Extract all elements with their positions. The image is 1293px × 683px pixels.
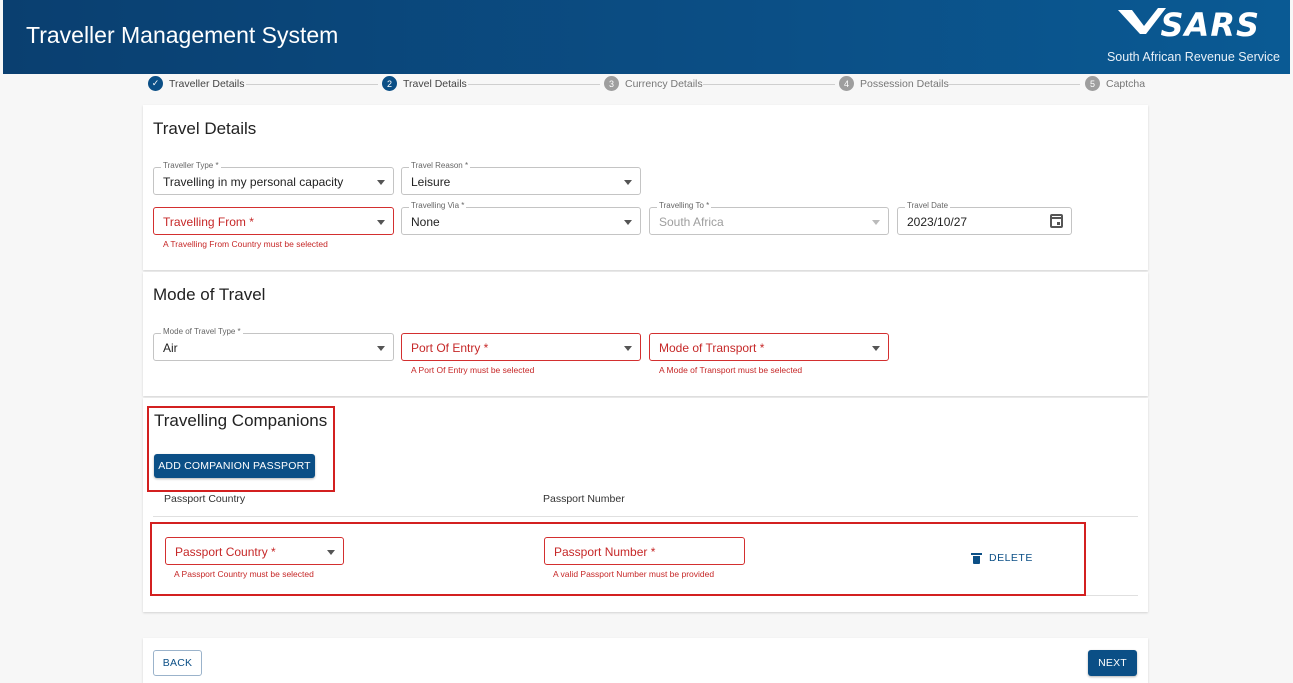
- table-divider: [153, 516, 1138, 517]
- calendar-icon[interactable]: [1050, 214, 1063, 228]
- field-label: Travelling Via *: [409, 201, 467, 211]
- travelling-via-select[interactable]: Travelling Via * None: [401, 201, 641, 235]
- travel-date-input[interactable]: Travel Date 2023/10/27: [897, 201, 1072, 235]
- navigation-footer: BACK NEXT: [143, 638, 1148, 683]
- field-label: Traveller Type *: [161, 161, 221, 171]
- step-traveller-details[interactable]: ✓ Traveller Details: [148, 76, 244, 91]
- field-value: None: [411, 215, 440, 229]
- travel-details-card: Travel Details Traveller Type * Travelli…: [143, 105, 1148, 270]
- step-connector: [948, 84, 1080, 85]
- caret-down-icon: [872, 346, 880, 351]
- field-label: Mode of Travel Type *: [161, 327, 243, 337]
- caret-down-icon: [624, 180, 632, 185]
- step-captcha[interactable]: 5 Captcha: [1085, 76, 1145, 91]
- mode-of-travel-title: Mode of Travel: [153, 285, 266, 304]
- sars-logo-text: SARS: [1160, 6, 1260, 44]
- step-number: 3: [604, 76, 619, 91]
- field-label: Travelling To *: [657, 201, 712, 211]
- step-currency-details[interactable]: 3 Currency Details: [604, 76, 703, 91]
- mode-of-transport-error: A Mode of Transport must be selected: [659, 365, 803, 375]
- step-number: 5: [1085, 76, 1100, 91]
- brand-subtitle: South African Revenue Service: [1106, 50, 1280, 64]
- back-button[interactable]: BACK: [153, 650, 202, 676]
- step-connector: [703, 84, 835, 85]
- caret-down-icon: [377, 180, 385, 185]
- port-of-entry-error: A Port Of Entry must be selected: [411, 365, 535, 375]
- travelling-to-select: Travelling To * South Africa: [649, 201, 889, 235]
- field-placeholder: Travelling From *: [163, 215, 254, 229]
- field-placeholder: Port Of Entry *: [411, 341, 489, 355]
- field-value: Travelling in my personal capacity: [163, 175, 344, 189]
- travel-reason-select[interactable]: Travel Reason * Leisure: [401, 161, 641, 195]
- step-label: Travel Details: [403, 77, 467, 90]
- field-value: Air: [163, 341, 178, 355]
- column-header-passport-country: Passport Country: [164, 493, 246, 505]
- field-value: Leisure: [411, 175, 451, 189]
- caret-down-icon: [624, 346, 632, 351]
- next-button[interactable]: NEXT: [1088, 650, 1137, 676]
- caret-down-icon: [624, 220, 632, 225]
- column-header-passport-number: Passport Number: [543, 493, 625, 505]
- highlight-annotation-companion-row: [150, 522, 1086, 596]
- app-title: Traveller Management System: [26, 22, 339, 48]
- field-value: South Africa: [659, 215, 724, 229]
- travel-details-title: Travel Details: [153, 119, 257, 138]
- travelling-from-select[interactable]: Travelling From *: [153, 207, 394, 235]
- app-header: Traveller Management System SARS South A…: [3, 0, 1290, 74]
- traveller-type-select[interactable]: Traveller Type * Travelling in my person…: [153, 161, 394, 195]
- mode-of-travel-card: Mode of Travel Mode of Travel Type * Air…: [143, 272, 1148, 396]
- progress-stepper: ✓ Traveller Details 2 Travel Details 3 C…: [148, 74, 1145, 94]
- field-value: 2023/10/27: [907, 215, 968, 229]
- field-label: Travel Reason *: [409, 161, 471, 171]
- step-travel-details[interactable]: 2 Travel Details: [382, 76, 467, 91]
- mode-of-transport-select[interactable]: Mode of Transport *: [649, 333, 889, 361]
- step-connector: [468, 84, 600, 85]
- highlight-annotation-companions: [147, 406, 335, 492]
- sars-brand: SARS South African Revenue Service: [1100, 4, 1280, 70]
- step-label: Possession Details: [860, 77, 949, 90]
- step-connector: [246, 84, 378, 85]
- step-number: 4: [839, 76, 854, 91]
- step-possession-details[interactable]: 4 Possession Details: [839, 76, 949, 91]
- step-check-icon: ✓: [148, 76, 163, 91]
- caret-down-icon: [377, 346, 385, 351]
- travelling-from-error: A Travelling From Country must be select…: [163, 239, 328, 249]
- field-label: Travel Date: [905, 201, 951, 211]
- step-label: Currency Details: [625, 77, 703, 90]
- mode-of-travel-type-select[interactable]: Mode of Travel Type * Air: [153, 327, 394, 361]
- port-of-entry-select[interactable]: Port Of Entry *: [401, 333, 641, 361]
- caret-down-icon: [872, 220, 880, 225]
- step-number: 2: [382, 76, 397, 91]
- step-label: Traveller Details: [169, 77, 245, 90]
- step-label: Captcha: [1106, 77, 1146, 90]
- field-placeholder: Mode of Transport *: [659, 341, 765, 355]
- caret-down-icon: [377, 220, 385, 225]
